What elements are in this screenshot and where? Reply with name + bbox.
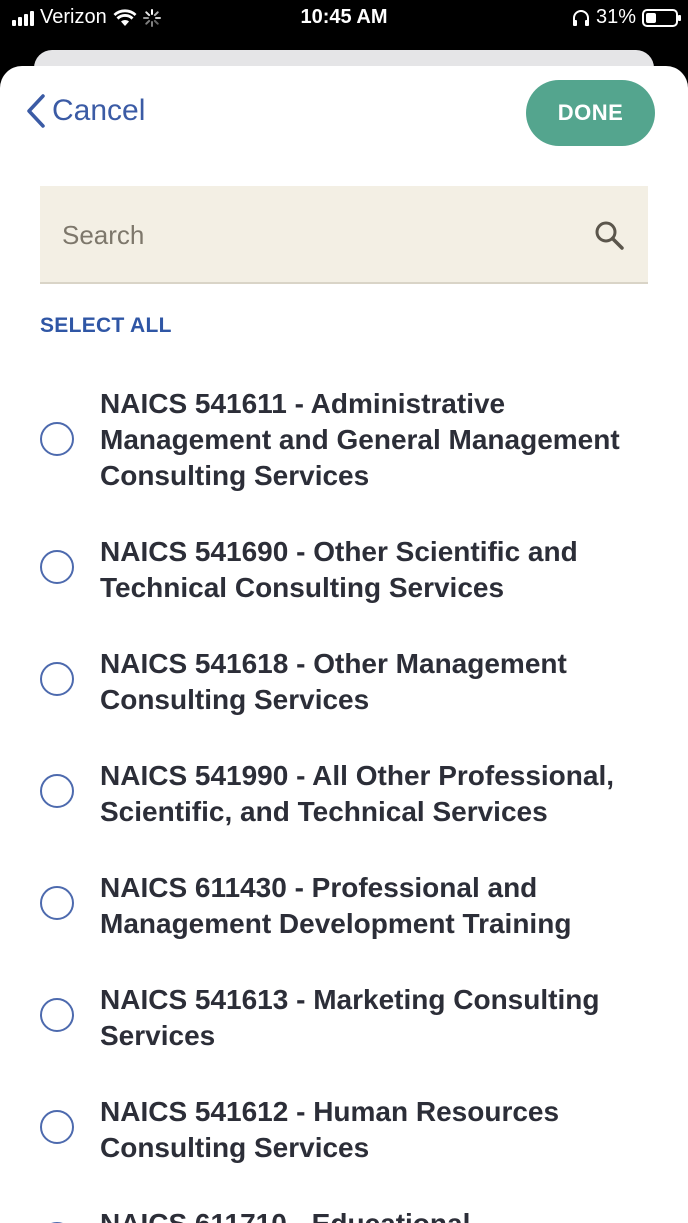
search-input[interactable] [60,186,584,284]
list-item-label: NAICS 611710 - Educational [100,1206,660,1223]
selection-sheet: Cancel DONE SELECT ALL NAICS 541611 - Ad… [0,66,688,1223]
radio-button[interactable] [40,550,74,584]
list-item-label: NAICS 541690 - Other Scientific and Tech… [100,536,578,603]
status-bar-right: 31% [572,6,681,29]
radio-button[interactable] [40,662,74,696]
list-item-label: NAICS 541611 - Administrative Management… [100,388,620,491]
list-item-label: NAICS 541612 - Human Resources Consultin… [100,1096,560,1163]
radio-button[interactable] [40,1110,74,1144]
select-all-button[interactable]: SELECT ALL [40,314,172,338]
list-item-label: NAICS 541618 - Other Management Consulti… [100,648,567,715]
list-item-label: NAICS 541990 - All Other Professional, S… [100,760,615,827]
radio-button[interactable] [40,998,74,1032]
cancel-button[interactable]: Cancel [26,94,145,128]
radio-button[interactable] [40,774,74,808]
list-item-label: NAICS 611430 - Professional and Manageme… [100,872,572,939]
headphones-icon [572,9,589,26]
done-button[interactable]: DONE [526,80,655,146]
battery-percentage: 31% [595,6,636,28]
list-item-label: NAICS 541613 - Marketing Consulting Serv… [100,984,600,1051]
cancel-label: Cancel [52,94,146,127]
radio-button[interactable] [40,422,74,456]
search-box [40,186,648,284]
search-icon[interactable] [594,220,624,250]
battery-icon [642,8,681,27]
chevron-left-icon [27,94,45,128]
radio-button[interactable] [40,886,74,920]
status-bar: Verizon 10:45 AM 31% [0,0,688,36]
